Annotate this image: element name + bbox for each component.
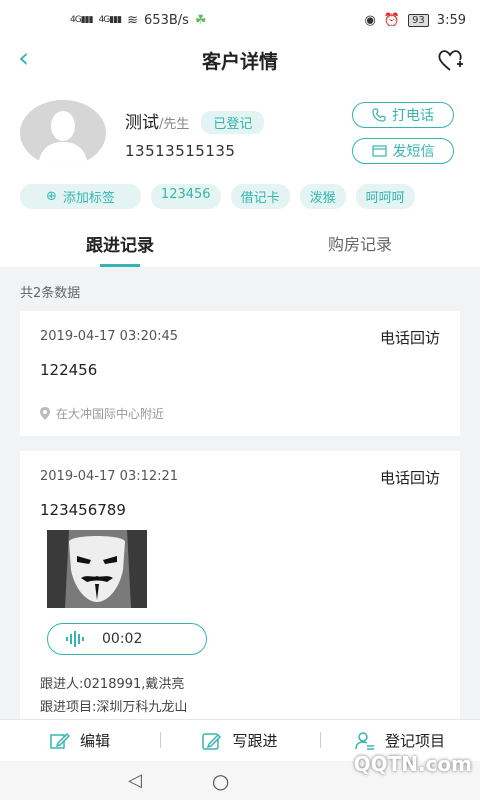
nav-home-circle-icon[interactable]: ○ (212, 769, 229, 793)
followup-card[interactable]: 2019-04-17 03:12:21 电话回访 123456789 00:02… (20, 451, 460, 719)
record-count: 共2条数据 (20, 286, 81, 301)
favorite-add-icon[interactable] (436, 46, 464, 74)
record-datetime: 2019-04-17 03:12:21 (40, 469, 179, 484)
audio-wave-icon (66, 631, 84, 647)
tag-item[interactable]: 借记卡 (230, 184, 290, 209)
location-text: 在大冲国际中心附近 (56, 407, 165, 421)
edit-button[interactable]: 编辑 (0, 730, 160, 751)
back-icon[interactable]: ‹ (18, 44, 29, 72)
audio-duration: 00:02 (102, 631, 143, 647)
write-icon (202, 732, 222, 750)
clock-time: 3:59 (436, 12, 466, 28)
nav-back-triangle-icon[interactable]: ◁ (128, 770, 142, 791)
mask-photo-image (47, 530, 147, 608)
sms-button[interactable]: 发短信 (352, 138, 454, 164)
wifi-icon: ≋ (127, 12, 139, 28)
edit-button-label: 编辑 (79, 732, 110, 750)
customer-name-row: 测试 /先生 已登记 (125, 108, 265, 134)
envelope-icon (371, 145, 387, 157)
plus-circle-icon: ⊕ (46, 189, 57, 204)
record-project: 跟进项目:深圳万科九龙山 (40, 700, 188, 715)
avatar (20, 100, 106, 166)
tag-item[interactable]: 123456 (150, 184, 221, 209)
record-content: 123456789 (40, 501, 126, 519)
record-type: 电话回访 (379, 469, 440, 487)
status-bar: 4G▮▮▮ 4G▮▮▮ ≋ 653B/s ☘ ◉ ⏰ 93 3:59 (0, 0, 480, 40)
battery-indicator: 93 (408, 13, 429, 27)
call-button[interactable]: 打电话 (352, 102, 454, 128)
watermark-logo: QQTN.com (353, 752, 472, 776)
record-type: 电话回访 (379, 329, 440, 347)
person-silhouette-icon (38, 111, 88, 166)
signal-icon-2: 4G▮▮▮ (98, 15, 123, 25)
customer-phone: 13513515135 (125, 142, 236, 160)
sms-button-label: 发短信 (392, 144, 435, 160)
edit-icon (50, 732, 70, 749)
call-button-label: 打电话 (392, 108, 434, 124)
record-datetime: 2019-04-17 03:20:45 (40, 329, 179, 344)
tag-item[interactable]: 泼猴 (299, 184, 346, 209)
tab-bar: 跟进记录 购房记录 (0, 217, 480, 267)
attached-photo[interactable] (47, 530, 147, 608)
app-notification-icon: ☘ (194, 12, 207, 28)
followup-card[interactable]: 2019-04-17 03:20:45 电话回访 122456 在大冲国际中心附… (20, 311, 460, 436)
record-follower: 跟进人:0218991,戴洪亮 (40, 677, 185, 692)
record-content: 122456 (40, 361, 98, 379)
page-title: 客户详情 (201, 50, 278, 73)
tag-list: ⊕ 添加标签 123456 借记卡 泼猴 呵呵呵 (20, 184, 480, 209)
record-location: 在大冲国际中心附近 (40, 405, 164, 422)
tag-item[interactable]: 呵呵呵 (355, 184, 415, 209)
register-project-label: 登记项目 (384, 732, 445, 750)
customer-name: 测试 (125, 113, 159, 133)
eye-icon: ◉ (364, 12, 376, 28)
phone-icon (372, 108, 386, 122)
customer-profile: 测试 /先生 已登记 13513515135 打电话 发短信 ⊕ 添加标签 12… (0, 80, 480, 217)
add-tag-button[interactable]: ⊕ 添加标签 (20, 184, 141, 209)
alarm-icon: ⏰ (383, 12, 401, 28)
status-badge: 已登记 (201, 111, 265, 134)
register-project-button[interactable]: 登记项目 (320, 730, 480, 751)
tab-purchase-records[interactable]: 购房记录 (240, 217, 480, 267)
add-tag-label: 添加标签 (62, 191, 115, 206)
location-pin-icon (40, 407, 50, 420)
write-followup-button[interactable]: 写跟进 (160, 730, 320, 751)
tab-followup-records[interactable]: 跟进记录 (0, 217, 240, 267)
network-speed: 653B/s (144, 12, 189, 28)
header-bar: ‹ 客户详情 (0, 40, 480, 80)
customer-title: /先生 (159, 117, 190, 132)
voice-message-player[interactable]: 00:02 (47, 623, 207, 655)
write-followup-label: 写跟进 (232, 732, 278, 750)
signal-icon: 4G▮▮▮ (70, 15, 94, 25)
user-register-icon (355, 731, 374, 750)
